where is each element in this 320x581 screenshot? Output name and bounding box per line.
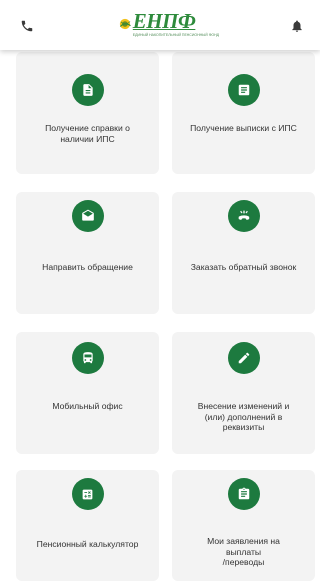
services-grid: Получение справки о наличии ИПС Получени… [0,50,320,581]
card-mobile-office[interactable]: Мобильный офис [16,332,159,454]
card-label: Направить обращение [42,262,133,272]
bus-icon [71,342,104,374]
card-label: Внесение изменений и (или) дополнений в … [197,401,290,432]
callback-phone-icon [227,200,260,232]
bell-icon[interactable] [288,16,306,36]
card-label: Пенсионный калькулятор [36,539,139,549]
brand-name: ЕНПФ [132,9,196,33]
card-pension-calculator[interactable]: Пенсионный калькулятор [16,470,159,581]
statement-icon [227,74,260,106]
card-order-callback[interactable]: Заказать обратный звонок [172,192,315,314]
calculator-icon [71,478,104,510]
card-ips-statement[interactable]: Получение выписки с ИПС [172,52,315,174]
card-label: Получение справки о наличии ИПС [45,123,130,144]
card-label: Получение выписки с ИПС [190,123,297,133]
card-send-appeal[interactable]: Направить обращение [16,192,159,314]
app-header: ЕНПФ ЕДИНЫЙ НАКОПИТЕЛЬНЫЙ ПЕНСИОННЫЙ ФОН… [0,0,320,50]
app-screen: ЕНПФ ЕДИНЫЙ НАКОПИТЕЛЬНЫЙ ПЕНСИОННЫЙ ФОН… [0,0,320,581]
sunflower-logo-icon [119,18,131,30]
envelope-icon [71,200,104,232]
card-label: Мобильный офис [52,401,123,411]
clipboard-icon [227,478,260,510]
brand-tagline: ЕДИНЫЙ НАКОПИТЕЛЬНЫЙ ПЕНСИОННЫЙ ФОНД [132,33,219,37]
card-change-details[interactable]: Внесение изменений и (или) дополнений в … [172,332,315,454]
card-my-applications[interactable]: Мои заявления на выплаты /переводы [172,470,315,581]
document-icon [71,74,104,106]
enpf-logo: ЕНПФ ЕДИНЫЙ НАКОПИТЕЛЬНЫЙ ПЕНСИОННЫЙ ФОН… [119,10,219,42]
card-ips-certificate[interactable]: Получение справки о наличии ИПС [16,52,159,174]
card-label: Мои заявления на выплаты /переводы [207,536,280,567]
card-label: Заказать обратный звонок [190,262,297,272]
phone-icon[interactable] [18,17,36,35]
pencil-icon [227,342,260,374]
